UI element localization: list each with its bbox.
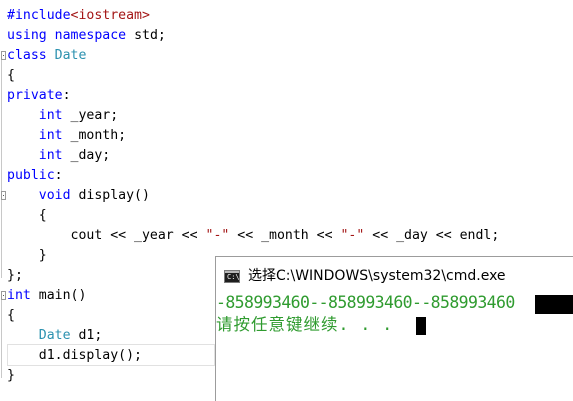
code-line[interactable]: { — [7, 206, 47, 226]
fold-toggle-main[interactable] — [1, 291, 6, 300]
code-line[interactable]: public: — [7, 166, 63, 186]
code-line[interactable]: #include<iostream> — [7, 6, 150, 26]
code-token: _year; — [62, 108, 119, 123]
code-token: }; — [7, 268, 23, 283]
code-token: "-" — [340, 228, 365, 243]
code-token: { — [7, 208, 47, 223]
code-token: { — [7, 308, 15, 323]
code-token: using — [7, 28, 47, 43]
code-token: "-" — [205, 228, 230, 243]
code-line[interactable]: class Date — [7, 46, 86, 66]
code-token: int — [7, 288, 31, 303]
code-token: : — [54, 168, 63, 183]
code-line[interactable]: private: — [7, 86, 71, 106]
code-token: void — [38, 188, 71, 203]
code-token: main() — [30, 288, 87, 303]
code-token: #include — [7, 8, 71, 23]
code-token: public — [7, 168, 55, 183]
fold-toggle-class[interactable] — [1, 51, 6, 60]
code-line[interactable]: void display() — [7, 186, 150, 206]
code-token: cout << _year << — [7, 228, 206, 243]
code-token: d1; — [70, 328, 103, 343]
cmd-console-window[interactable]: C:\ 选择C:\WINDOWS\system32\cmd.exe -85899… — [215, 256, 573, 401]
cmd-icon: C:\ — [224, 270, 240, 283]
code-token: display() — [70, 188, 150, 203]
code-line[interactable]: int _day; — [7, 146, 110, 166]
console-titlebar[interactable]: C:\ 选择C:\WINDOWS\system32\cmd.exe — [216, 257, 573, 293]
code-token: } — [7, 248, 47, 263]
code-token: { — [7, 68, 15, 83]
code-line[interactable]: { — [7, 306, 15, 326]
console-output-line: -858993460--858993460--858993460 — [216, 293, 515, 312]
fold-guide-display — [1, 200, 2, 258]
code-token: int — [38, 148, 63, 163]
code-token: int — [38, 128, 63, 143]
code-token: << _month << — [229, 228, 341, 243]
console-output-area[interactable]: -858993460--858993460--858993460 请按任意键继续… — [216, 293, 573, 401]
console-prompt-line: 请按任意键继续. . . — [216, 315, 394, 334]
code-token: std; — [126, 28, 166, 43]
code-token: Date — [38, 328, 71, 343]
code-token: <iostream> — [70, 8, 150, 23]
code-line[interactable]: Date d1; — [7, 326, 103, 346]
code-line[interactable]: } — [7, 246, 47, 266]
console-cursor — [416, 317, 426, 335]
code-line[interactable]: }; — [7, 266, 23, 286]
code-token: << _day << endl; — [364, 228, 500, 243]
code-line[interactable]: d1.display(); — [7, 346, 142, 366]
fold-toggle-display[interactable] — [1, 191, 6, 200]
code-line[interactable]: int _month; — [7, 126, 126, 146]
code-line[interactable]: int main() — [7, 286, 86, 306]
code-token: int — [38, 108, 63, 123]
code-line[interactable]: } — [7, 366, 15, 386]
code-line[interactable]: { — [7, 66, 15, 86]
code-line[interactable]: int _year; — [7, 106, 118, 126]
code-token: _month; — [62, 128, 127, 143]
code-token: private — [7, 88, 63, 103]
code-token: Date — [54, 48, 87, 63]
code-line[interactable]: using namespace std; — [7, 26, 166, 46]
fold-guide-main — [1, 300, 2, 378]
code-token: : — [62, 88, 71, 103]
code-token: namespace — [54, 28, 127, 43]
code-token: } — [7, 368, 15, 383]
code-token: d1.display(); — [7, 348, 142, 363]
code-line[interactable]: cout << _year << "-" << _month << "-" <<… — [7, 226, 500, 246]
code-token: class — [7, 48, 47, 63]
console-selection-highlight — [535, 295, 573, 314]
console-title: 选择C:\WINDOWS\system32\cmd.exe — [248, 268, 506, 284]
code-token: _day; — [62, 148, 111, 163]
